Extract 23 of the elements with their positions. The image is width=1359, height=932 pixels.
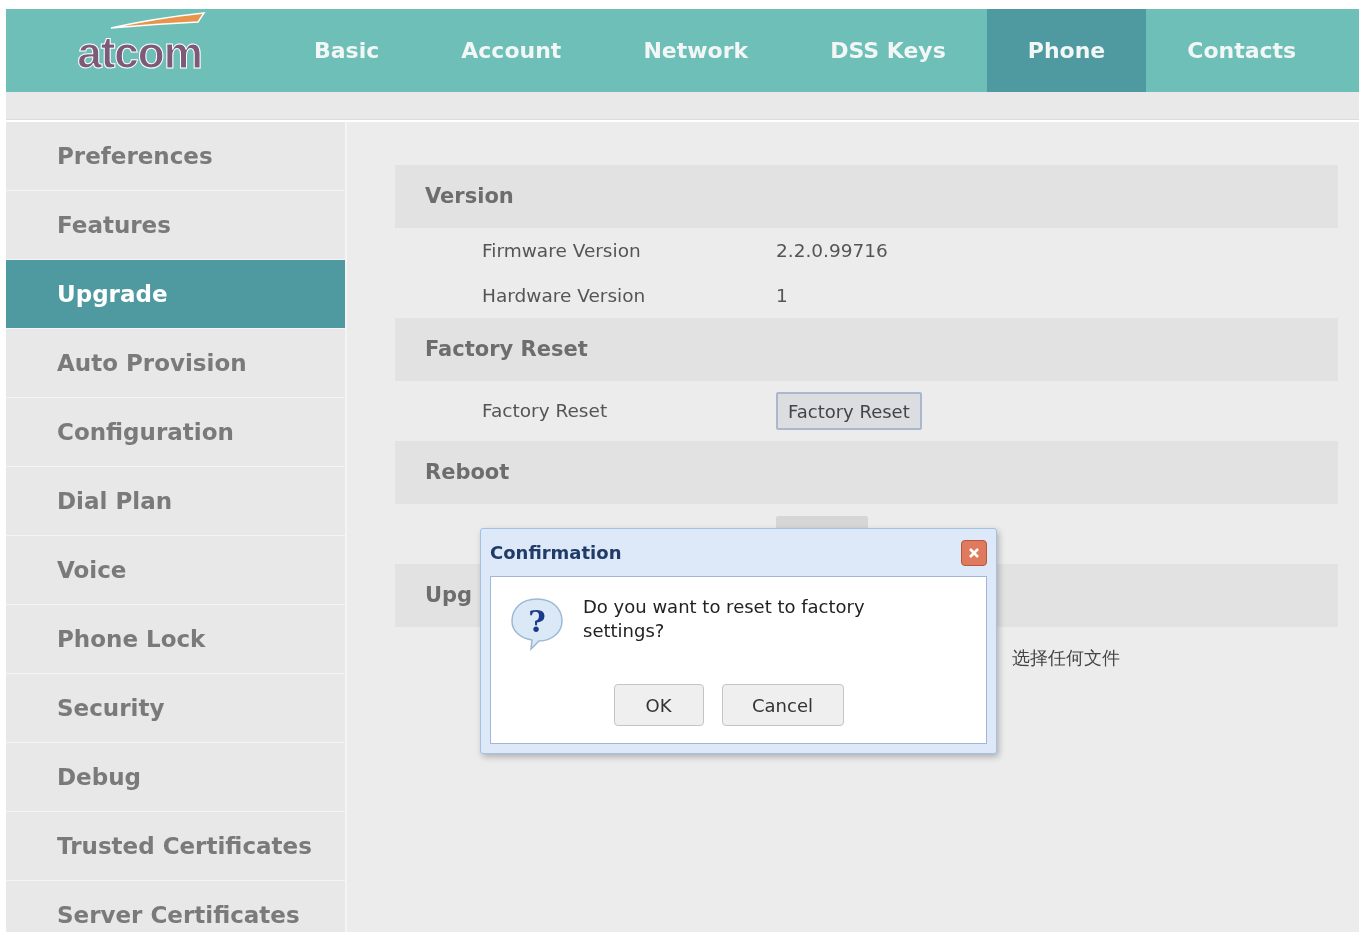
section-header: Version — [395, 165, 1338, 228]
close-button[interactable] — [961, 539, 987, 566]
nav-tab[interactable]: Account — [420, 9, 603, 92]
section-header: Factory Reset — [395, 318, 1338, 381]
dialog-button[interactable]: OK — [613, 684, 704, 726]
factory-reset-button[interactable]: Factory Reset — [776, 392, 922, 430]
file-status-text: 选择任何文件 — [1012, 645, 1120, 670]
field-value: 2.2.0.99716 — [776, 238, 888, 263]
nav-tab[interactable]: Basic — [273, 9, 421, 92]
nav-tab[interactable]: Phone — [986, 9, 1147, 92]
close-icon — [967, 545, 981, 560]
question-icon: ? — [509, 595, 565, 651]
field-label: Hardware Version — [481, 283, 647, 308]
nav-tab[interactable]: DSS Keys — [789, 9, 987, 92]
field-label: Factory Reset — [481, 399, 609, 424]
sidebar-item[interactable]: Upgrade — [6, 260, 345, 329]
section-header: Reboot — [395, 441, 1338, 504]
nav-tab[interactable]: Network — [602, 9, 790, 92]
nav-tab[interactable]: Contacts — [1146, 9, 1338, 92]
field-value: 1 — [776, 283, 788, 308]
field-label: Firmware Version — [481, 238, 642, 263]
dialog-button[interactable]: Cancel — [721, 684, 844, 726]
dialog-title: Confirmation — [490, 541, 622, 565]
